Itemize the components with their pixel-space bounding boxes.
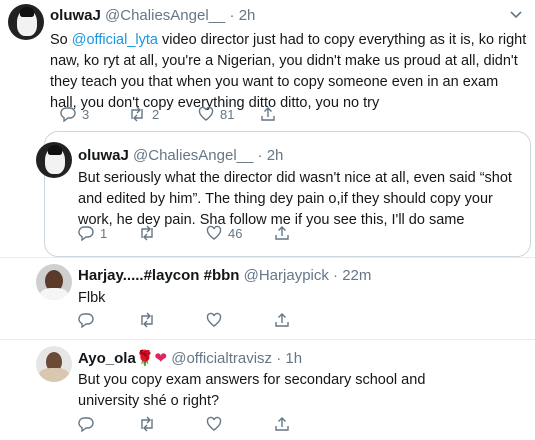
retweet-count: 2 (152, 106, 160, 122)
tweet-3[interactable]: Harjay.....#laycon #bbn @Harjaypick · 22… (0, 258, 535, 338)
reply-count: 1 (100, 225, 108, 241)
retweet-icon (128, 106, 146, 122)
tweet-actions: 1 46 (78, 225, 378, 245)
avatar[interactable] (36, 264, 72, 300)
display-name[interactable]: Ayo_ola (78, 350, 136, 367)
display-name[interactable]: Harjay.....#laycon #bbn (78, 267, 239, 284)
tweet-2[interactable]: oluwaJ @ChaliesAngel__ · 2h But seriousl… (0, 131, 535, 255)
avatar[interactable] (36, 142, 72, 178)
reply-icon (60, 106, 76, 122)
separator: · (276, 350, 282, 367)
tweet-actions: 3 2 81 (50, 106, 350, 126)
reply-icon (78, 225, 94, 241)
avatar[interactable] (8, 4, 44, 40)
user-handle[interactable]: @ChaliesAngel__ (133, 147, 253, 164)
heart-emoji: ❤ (154, 350, 168, 367)
user-handle[interactable]: @officialtravisz (171, 350, 272, 367)
retweet-button[interactable] (138, 416, 156, 432)
share-icon (260, 106, 276, 122)
tweet-actions (78, 416, 378, 436)
like-icon (206, 312, 222, 328)
share-icon (274, 312, 290, 328)
tweet-1[interactable]: oluwaJ @ChaliesAngel__ · 2h So @official… (0, 0, 535, 130)
avatar[interactable] (36, 346, 72, 382)
share-icon (274, 225, 290, 241)
reply-button[interactable]: 1 (78, 225, 107, 241)
share-icon (274, 416, 290, 432)
reply-count: 3 (82, 106, 90, 122)
like-button[interactable] (206, 416, 222, 432)
retweet-button[interactable] (138, 312, 156, 328)
tweet-actions (78, 312, 378, 332)
retweet-button[interactable]: 2 (128, 106, 159, 122)
tweet-text: Flbk (78, 290, 106, 306)
rose-emoji: 🌹 (135, 350, 155, 367)
like-icon (198, 106, 214, 122)
timestamp[interactable]: 2h (267, 147, 284, 164)
reply-button[interactable] (78, 312, 94, 328)
share-button[interactable] (274, 416, 290, 432)
like-button[interactable] (206, 312, 222, 328)
like-button[interactable]: 81 (198, 106, 234, 122)
tweet-text: But seriously what the director did wasn… (78, 170, 512, 228)
share-button[interactable] (274, 312, 290, 328)
retweet-icon (138, 416, 156, 432)
share-button[interactable] (260, 106, 276, 122)
display-name[interactable]: oluwaJ (50, 7, 101, 24)
tweet-header: Harjay.....#laycon #bbn @Harjaypick · 22… (78, 267, 371, 284)
separator: · (257, 147, 263, 164)
share-button[interactable] (274, 225, 290, 241)
tweet-header: Ayo_ola🌹❤ @officialtravisz · 1h (78, 349, 302, 367)
tweet-text: So @official_lyta video director just ha… (50, 32, 527, 111)
separator: · (229, 7, 235, 24)
like-icon (206, 416, 222, 432)
reply-icon (78, 416, 94, 432)
like-icon (206, 225, 222, 241)
timestamp[interactable]: 2h (239, 7, 256, 24)
tweet-4[interactable]: Ayo_ola🌹❤ @officialtravisz · 1h But you … (0, 340, 535, 440)
retweet-button[interactable] (138, 225, 162, 241)
like-count: 81 (220, 106, 235, 122)
display-name[interactable]: oluwaJ (78, 147, 129, 164)
tweet-text: But you copy exam answers for secondary … (78, 372, 426, 409)
reply-icon (78, 312, 94, 328)
separator: · (333, 267, 339, 284)
timestamp[interactable]: 22m (342, 267, 371, 284)
retweet-icon (138, 225, 156, 241)
retweet-icon (138, 312, 156, 328)
user-handle[interactable]: @ChaliesAngel__ (105, 7, 225, 24)
reply-button[interactable]: 3 (60, 106, 89, 122)
user-handle[interactable]: @Harjaypick (244, 267, 329, 284)
timestamp[interactable]: 1h (285, 350, 302, 367)
like-count: 46 (228, 225, 243, 241)
like-button[interactable]: 46 (206, 225, 242, 241)
chevron-down-icon[interactable] (509, 7, 523, 26)
reply-button[interactable] (78, 416, 94, 432)
mention-link[interactable]: @official_lyta (72, 32, 158, 48)
tweet-header: oluwaJ @ChaliesAngel__ · 2h (50, 7, 255, 24)
tweet-header: oluwaJ @ChaliesAngel__ · 2h (78, 147, 283, 164)
